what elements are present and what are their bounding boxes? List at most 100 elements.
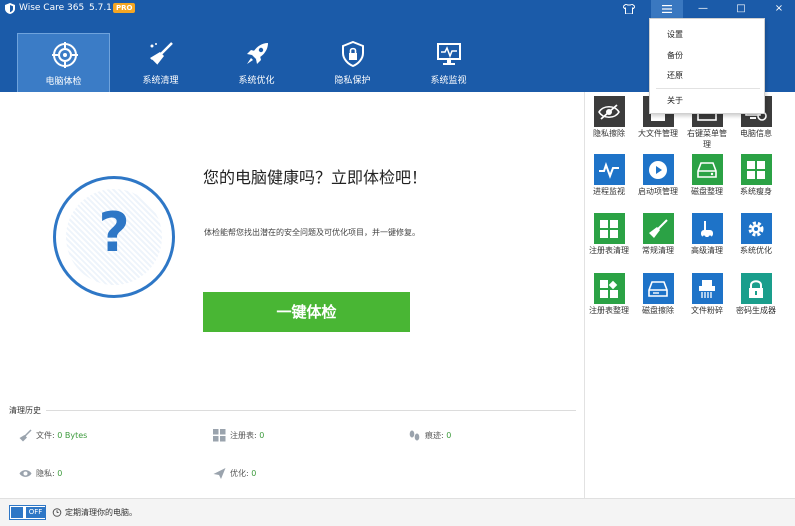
- history-files-label: 文件:: [36, 431, 55, 440]
- one-click-checkup-button[interactable]: 一键体检: [203, 292, 410, 332]
- tab-label: 系统清理: [142, 76, 179, 86]
- tool-icon-bg: [642, 154, 674, 185]
- schedule-text: 定期清理你的电脑。: [65, 508, 137, 517]
- tab-system-optimize[interactable]: 系统优化: [210, 33, 303, 92]
- tool-icon-bg: [691, 273, 723, 304]
- tool-icon-bg: [642, 273, 674, 304]
- tool-registry-cleaner[interactable]: 注册表清理: [588, 213, 630, 256]
- history-divider: [46, 410, 576, 411]
- tool-privacy-eraser[interactable]: 隐私擦除: [588, 96, 630, 139]
- tool-label: 高级清理: [691, 246, 723, 255]
- tool-label: 注册表整理: [589, 306, 629, 315]
- shield-lock-icon: [342, 41, 364, 67]
- toggle-state-label: OFF: [26, 507, 45, 518]
- tool-advanced-cleaner[interactable]: 高级清理: [686, 213, 728, 256]
- tab-monitor[interactable]: 系统监视: [402, 33, 495, 92]
- tool-icon-bg: [740, 154, 772, 185]
- tool-icon-bg: [593, 213, 625, 244]
- checkup-headline: 您的电脑健康吗？立即体检吧！: [203, 168, 428, 187]
- blocks-icon: [213, 429, 226, 442]
- tab-label: 电脑体检: [45, 77, 82, 87]
- tool-disk-eraser[interactable]: 磁盘擦除: [637, 273, 679, 316]
- tool-label: 系统瘦身: [740, 187, 772, 196]
- history-traces: 痕迹: 0: [408, 429, 451, 442]
- tool-icon-bg: [740, 273, 772, 304]
- history-traces-label: 痕迹:: [425, 431, 444, 440]
- broom-icon: [150, 42, 173, 66]
- tool-common-cleaner[interactable]: 常规清理: [637, 213, 679, 256]
- close-button[interactable]: ×: [765, 0, 793, 18]
- tool-disk-defrag[interactable]: 磁盘整理: [686, 154, 728, 197]
- titlebar: Wise Care 365 5.7.1 PRO — □ ×: [0, 0, 795, 18]
- maximize-button[interactable]: □: [727, 0, 755, 18]
- tool-label: 磁盘整理: [691, 187, 723, 196]
- history-privacy-value: 0: [57, 469, 63, 478]
- footprint-icon: [409, 430, 420, 441]
- gear-icon: [748, 221, 764, 236]
- toggle-knob: [11, 507, 23, 518]
- tool-label: 常规清理: [642, 246, 674, 255]
- tool-icon-bg: [593, 154, 625, 185]
- tab-label: 系统监视: [430, 76, 467, 86]
- menu-item-restore[interactable]: 还原: [667, 70, 683, 81]
- tool-label: 大文件管理: [638, 129, 678, 138]
- rocket-icon: [247, 43, 268, 64]
- disk-erase-icon: [648, 280, 668, 297]
- history-registry-value: 0: [259, 431, 265, 440]
- tool-system-slimming[interactable]: 系统瘦身: [735, 154, 777, 197]
- history-privacy-label: 隐私:: [36, 469, 55, 478]
- history-traces-value: 0: [446, 431, 452, 440]
- checkup-description: 体检能帮您找出潜在的安全问题及可优化项目，并一键修复。: [204, 228, 420, 237]
- tool-icon-bg: [593, 273, 625, 304]
- tab-privacy[interactable]: 隐私保护: [306, 33, 399, 92]
- tool-system-optimize[interactable]: 系统优化: [735, 213, 777, 256]
- minimize-button[interactable]: —: [689, 0, 717, 18]
- tool-registry-defrag[interactable]: 注册表整理: [588, 273, 630, 316]
- tool-icon-bg: [691, 154, 723, 185]
- checkup-panel: ? 您的电脑健康吗？立即体检吧！ 体检能帮您找出潜在的安全问题及可优化项目，并一…: [0, 92, 584, 498]
- eye-slash-icon: [598, 103, 620, 120]
- question-mark-icon: ?: [98, 201, 130, 264]
- tool-icon-bg: [691, 213, 723, 244]
- pro-badge: PRO: [113, 3, 136, 13]
- tool-file-shredder[interactable]: 文件粉碎: [686, 273, 728, 316]
- tool-label: 注册表清理: [589, 246, 629, 255]
- main-menu-button[interactable]: [651, 0, 683, 18]
- schedule-toggle[interactable]: OFF: [9, 505, 46, 520]
- disk-icon: [697, 161, 717, 178]
- tab-label: 系统优化: [238, 76, 275, 86]
- broom-icon: [19, 429, 32, 442]
- status-bar: OFF 定期清理你的电脑。: [0, 498, 795, 526]
- broom-icon: [649, 218, 668, 238]
- tool-label: 隐私擦除: [593, 129, 625, 138]
- menu-item-settings[interactable]: 设置: [667, 29, 683, 40]
- monitor-icon: [437, 43, 461, 65]
- tool-label: 右键菜单管理: [687, 129, 727, 149]
- menu-item-backup[interactable]: 备份: [667, 50, 683, 61]
- menu-item-about[interactable]: 关于: [667, 95, 683, 106]
- tool-label: 系统优化: [740, 246, 772, 255]
- vacuum-icon: [701, 220, 713, 238]
- tool-icon-bg: [593, 96, 625, 127]
- tool-label: 文件粉碎: [691, 306, 723, 315]
- app-version: 5.7.1: [89, 3, 112, 13]
- skin-button[interactable]: [615, 0, 643, 18]
- tool-label: 磁盘擦除: [642, 306, 674, 315]
- tool-label: 进程监视: [593, 187, 625, 196]
- lock-icon: [749, 279, 763, 298]
- tool-process-monitor[interactable]: 进程监视: [588, 154, 630, 197]
- tool-label: 密码生成器: [736, 306, 776, 315]
- tool-startup-manager[interactable]: 启动项管理: [637, 154, 679, 197]
- tool-password-generator[interactable]: 密码生成器: [735, 273, 777, 316]
- history-optimize: 优化: 0: [213, 467, 256, 480]
- tab-checkup[interactable]: 电脑体检: [17, 33, 110, 92]
- tab-label: 隐私保护: [334, 76, 371, 86]
- pulse-icon: [599, 161, 619, 179]
- eye-icon: [19, 470, 32, 477]
- tool-label: 电脑信息: [740, 129, 772, 138]
- main-menu-dropdown: 设置 备份 还原 关于: [649, 18, 765, 114]
- history-files-value: 0 Bytes: [57, 431, 88, 440]
- history-registry: 注册表: 0: [213, 429, 264, 442]
- history-registry-label: 注册表:: [230, 431, 257, 440]
- tab-system-clean[interactable]: 系统清理: [114, 33, 207, 92]
